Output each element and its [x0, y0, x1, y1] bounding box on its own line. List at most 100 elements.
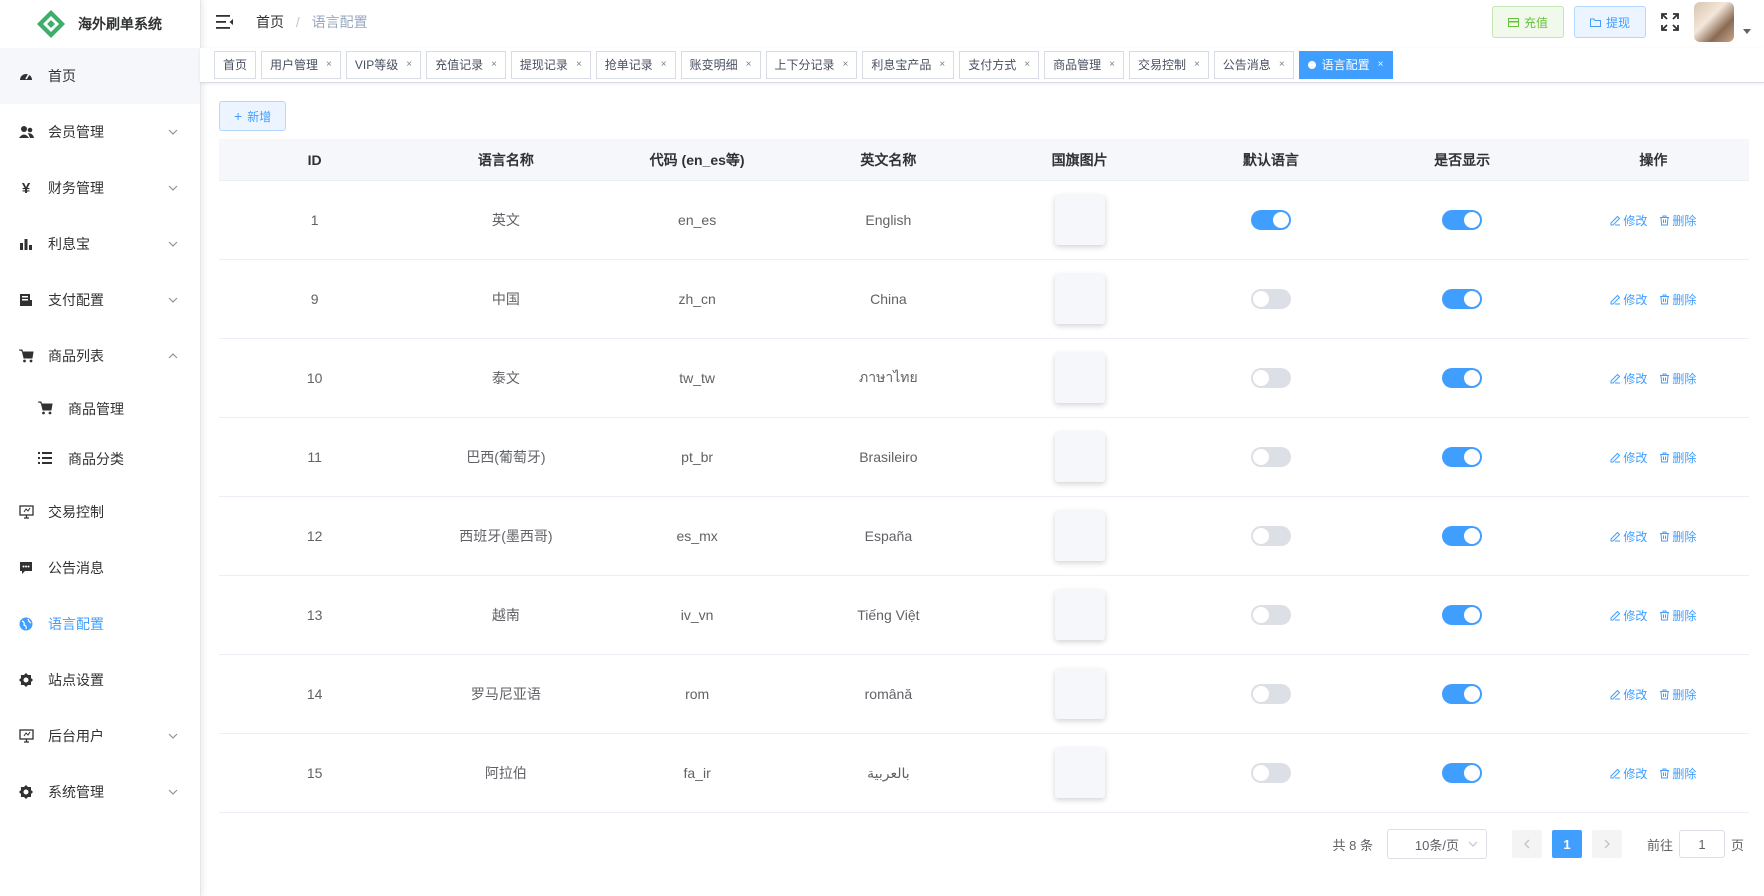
delete-button[interactable]: 删除 [1659, 212, 1696, 229]
default-language-switch[interactable] [1250, 684, 1291, 704]
tag-user-management[interactable]: 用户管理 × [261, 51, 341, 79]
fullscreen-icon[interactable] [1660, 12, 1680, 32]
show-switch[interactable] [1442, 289, 1483, 309]
default-language-switch[interactable] [1250, 210, 1291, 230]
breadcrumb-home[interactable]: 首页 [256, 14, 284, 30]
tag-announcements[interactable]: 公告消息 × [1213, 51, 1294, 79]
default-language-switch[interactable] [1250, 763, 1291, 783]
tag-product-management[interactable]: 商品管理 × [1044, 51, 1124, 79]
default-language-switch[interactable] [1250, 289, 1291, 309]
caret-down-icon[interactable] [1742, 26, 1752, 36]
close-icon[interactable]: × [1024, 52, 1030, 78]
edit-button[interactable]: 修改 [1610, 607, 1647, 624]
sidebar-item-products[interactable]: 商品列表 [0, 328, 200, 384]
delete-button[interactable]: 删除 [1659, 765, 1696, 782]
close-icon[interactable]: × [1109, 52, 1115, 78]
delete-button[interactable]: 删除 [1659, 607, 1696, 624]
flag-image[interactable] [1054, 432, 1105, 482]
tag-account-changes[interactable]: 账变明细 × [680, 51, 761, 79]
sidebar-item-system[interactable]: 系统管理 [0, 764, 200, 820]
recharge-button[interactable]: 充值 [1491, 6, 1564, 38]
delete-button[interactable]: 删除 [1659, 449, 1696, 466]
tag-vip-level[interactable]: VIP等级 × [345, 51, 422, 79]
delete-button[interactable]: 删除 [1659, 291, 1696, 308]
close-icon[interactable]: × [326, 52, 332, 78]
cart-icon [38, 401, 54, 417]
default-language-switch[interactable] [1250, 368, 1291, 388]
flag-image[interactable] [1054, 748, 1105, 798]
tag-recharge-records[interactable]: 充值记录 × [426, 51, 506, 79]
delete-button[interactable]: 删除 [1659, 370, 1696, 387]
edit-button[interactable]: 修改 [1610, 212, 1647, 229]
sidebar-item-members[interactable]: 会员管理 [0, 104, 200, 160]
sidebar-item-site-settings[interactable]: 站点设置 [0, 652, 200, 708]
default-language-switch[interactable] [1250, 605, 1291, 625]
edit-button[interactable]: 修改 [1610, 765, 1647, 782]
edit-button[interactable]: 修改 [1610, 686, 1647, 703]
close-icon[interactable]: × [491, 52, 497, 78]
flag-image[interactable] [1054, 669, 1105, 719]
close-icon[interactable]: × [843, 52, 849, 78]
message-icon [18, 560, 34, 576]
sidebar-item-interest[interactable]: 利息宝 [0, 216, 200, 272]
tag-interest-products[interactable]: 利息宝产品 × [862, 51, 955, 79]
sidebar-item-home[interactable]: 首页 [0, 48, 200, 104]
sidebar-item-payment[interactable]: 支付配置 [0, 272, 200, 328]
edit-button[interactable]: 修改 [1610, 291, 1647, 308]
close-icon[interactable]: × [661, 52, 667, 78]
flag-image[interactable] [1054, 274, 1105, 324]
goto-page-input[interactable] [1678, 830, 1725, 858]
flag-image[interactable] [1054, 353, 1105, 403]
next-page-button[interactable] [1591, 830, 1622, 858]
flag-image[interactable] [1054, 511, 1105, 561]
sidebar-item-finance[interactable]: ¥ 财务管理 [0, 160, 200, 216]
default-language-switch[interactable] [1250, 447, 1291, 467]
default-language-switch[interactable] [1250, 526, 1291, 546]
flag-image[interactable] [1054, 590, 1105, 640]
tag-trade-control[interactable]: 交易控制 × [1128, 51, 1209, 79]
edit-button[interactable]: 修改 [1610, 449, 1647, 466]
sidebar-item-admin-users[interactable]: 后台用户 [0, 708, 200, 764]
show-switch[interactable] [1442, 526, 1483, 546]
show-switch[interactable] [1442, 368, 1483, 388]
flag-image[interactable] [1054, 195, 1105, 245]
show-switch[interactable] [1442, 447, 1483, 467]
close-icon[interactable]: × [746, 52, 752, 78]
close-icon[interactable]: × [576, 52, 582, 78]
delete-button[interactable]: 删除 [1659, 528, 1696, 545]
close-icon[interactable]: × [1279, 52, 1285, 78]
tag-score-records[interactable]: 上下分记录 × [765, 51, 858, 79]
edit-button[interactable]: 修改 [1610, 370, 1647, 387]
tag-label: 支付方式 [968, 58, 1017, 72]
sidebar-item-trade-control[interactable]: 交易控制 [0, 484, 200, 540]
sidebar-item-language[interactable]: 语言配置 [0, 596, 200, 652]
tag-withdraw-records[interactable]: 提现记录 × [510, 51, 591, 79]
tag-label: VIP等级 [354, 58, 399, 72]
tag-language-config[interactable]: 语言配置 × [1298, 51, 1393, 79]
tag-payment-methods[interactable]: 支付方式 × [959, 51, 1040, 79]
prev-page-button[interactable] [1511, 830, 1542, 858]
avatar[interactable] [1694, 2, 1734, 42]
sidebar-item-announcements[interactable]: 公告消息 [0, 540, 200, 596]
close-icon[interactable]: × [939, 52, 945, 78]
show-switch[interactable] [1442, 763, 1483, 783]
show-switch[interactable] [1442, 605, 1483, 625]
sidebar-subitem-product-management[interactable]: 商品管理 [0, 384, 200, 434]
tag-home[interactable]: 首页 [214, 51, 257, 79]
sidebar-subitem-product-category[interactable]: 商品分类 [0, 434, 200, 484]
withdraw-button[interactable]: 提现 [1573, 6, 1646, 38]
bar-chart-icon [18, 236, 34, 252]
delete-button[interactable]: 删除 [1659, 686, 1696, 703]
close-icon[interactable]: × [1378, 52, 1384, 78]
show-switch[interactable] [1442, 684, 1483, 704]
page-size-select[interactable]: 10条/页 [1386, 829, 1487, 859]
edit-button[interactable]: 修改 [1610, 528, 1647, 545]
add-button[interactable]: + 新增 [219, 101, 287, 131]
show-switch[interactable] [1442, 210, 1483, 230]
close-icon[interactable]: × [406, 52, 412, 78]
tag-order-grab-records[interactable]: 抢单记录 × [595, 51, 676, 79]
page-number-button[interactable]: 1 [1551, 830, 1582, 858]
menu-fold-icon[interactable] [216, 14, 234, 30]
cell-name: 阿拉伯 [484, 765, 527, 781]
close-icon[interactable]: × [1194, 52, 1200, 78]
